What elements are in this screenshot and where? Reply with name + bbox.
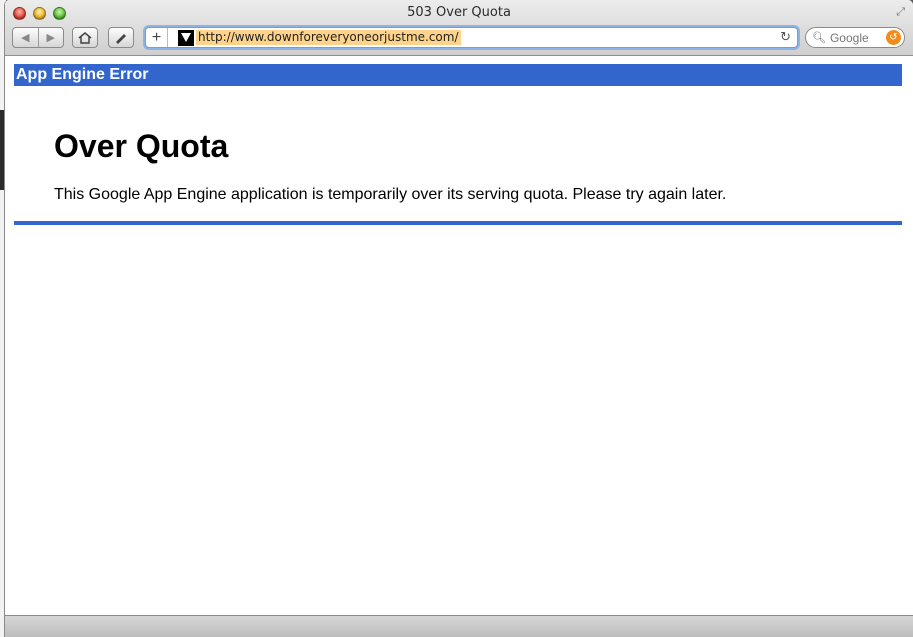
fullscreen-icon[interactable]: ⤢: [896, 6, 905, 19]
browser-toolbar: 503 Over Quota ⤢ ◀ ▶ + http://www.downfo…: [5, 0, 913, 56]
address-bar[interactable]: + http://www.downforeveryoneorjustme.com…: [145, 27, 798, 48]
error-heading: Over Quota: [54, 128, 229, 164]
url-field[interactable]: http://www.downforeveryoneorjustme.com/: [196, 30, 461, 45]
back-button[interactable]: ◀: [13, 31, 38, 44]
error-divider: [14, 221, 902, 225]
search-placeholder: Google: [829, 30, 869, 45]
home-icon: [78, 31, 92, 44]
page-content: App Engine Error Over Quota This Google …: [5, 57, 913, 615]
search-icon: 🔍︎: [812, 32, 826, 44]
window-title: 503 Over Quota: [407, 5, 511, 20]
site-favicon-icon: [178, 29, 194, 46]
browser-window: 503 Over Quota ⤢ ◀ ▶ + http://www.downfo…: [4, 0, 913, 637]
snapback-icon[interactable]: ↺: [886, 30, 901, 45]
bookmarks-button[interactable]: [108, 27, 134, 48]
status-bar: [5, 615, 913, 637]
bookmarks-icon: [116, 33, 126, 44]
add-bookmark-button[interactable]: +: [146, 28, 168, 47]
home-button[interactable]: [72, 27, 98, 48]
error-message: This Google App Engine application is te…: [54, 186, 727, 203]
reload-icon[interactable]: ↻: [780, 29, 791, 45]
error-header-bar: App Engine Error: [14, 64, 902, 86]
back-forward-buttons: ◀ ▶: [12, 27, 64, 48]
forward-button[interactable]: ▶: [39, 31, 64, 44]
search-field[interactable]: 🔍︎ Google ↺: [805, 27, 905, 48]
